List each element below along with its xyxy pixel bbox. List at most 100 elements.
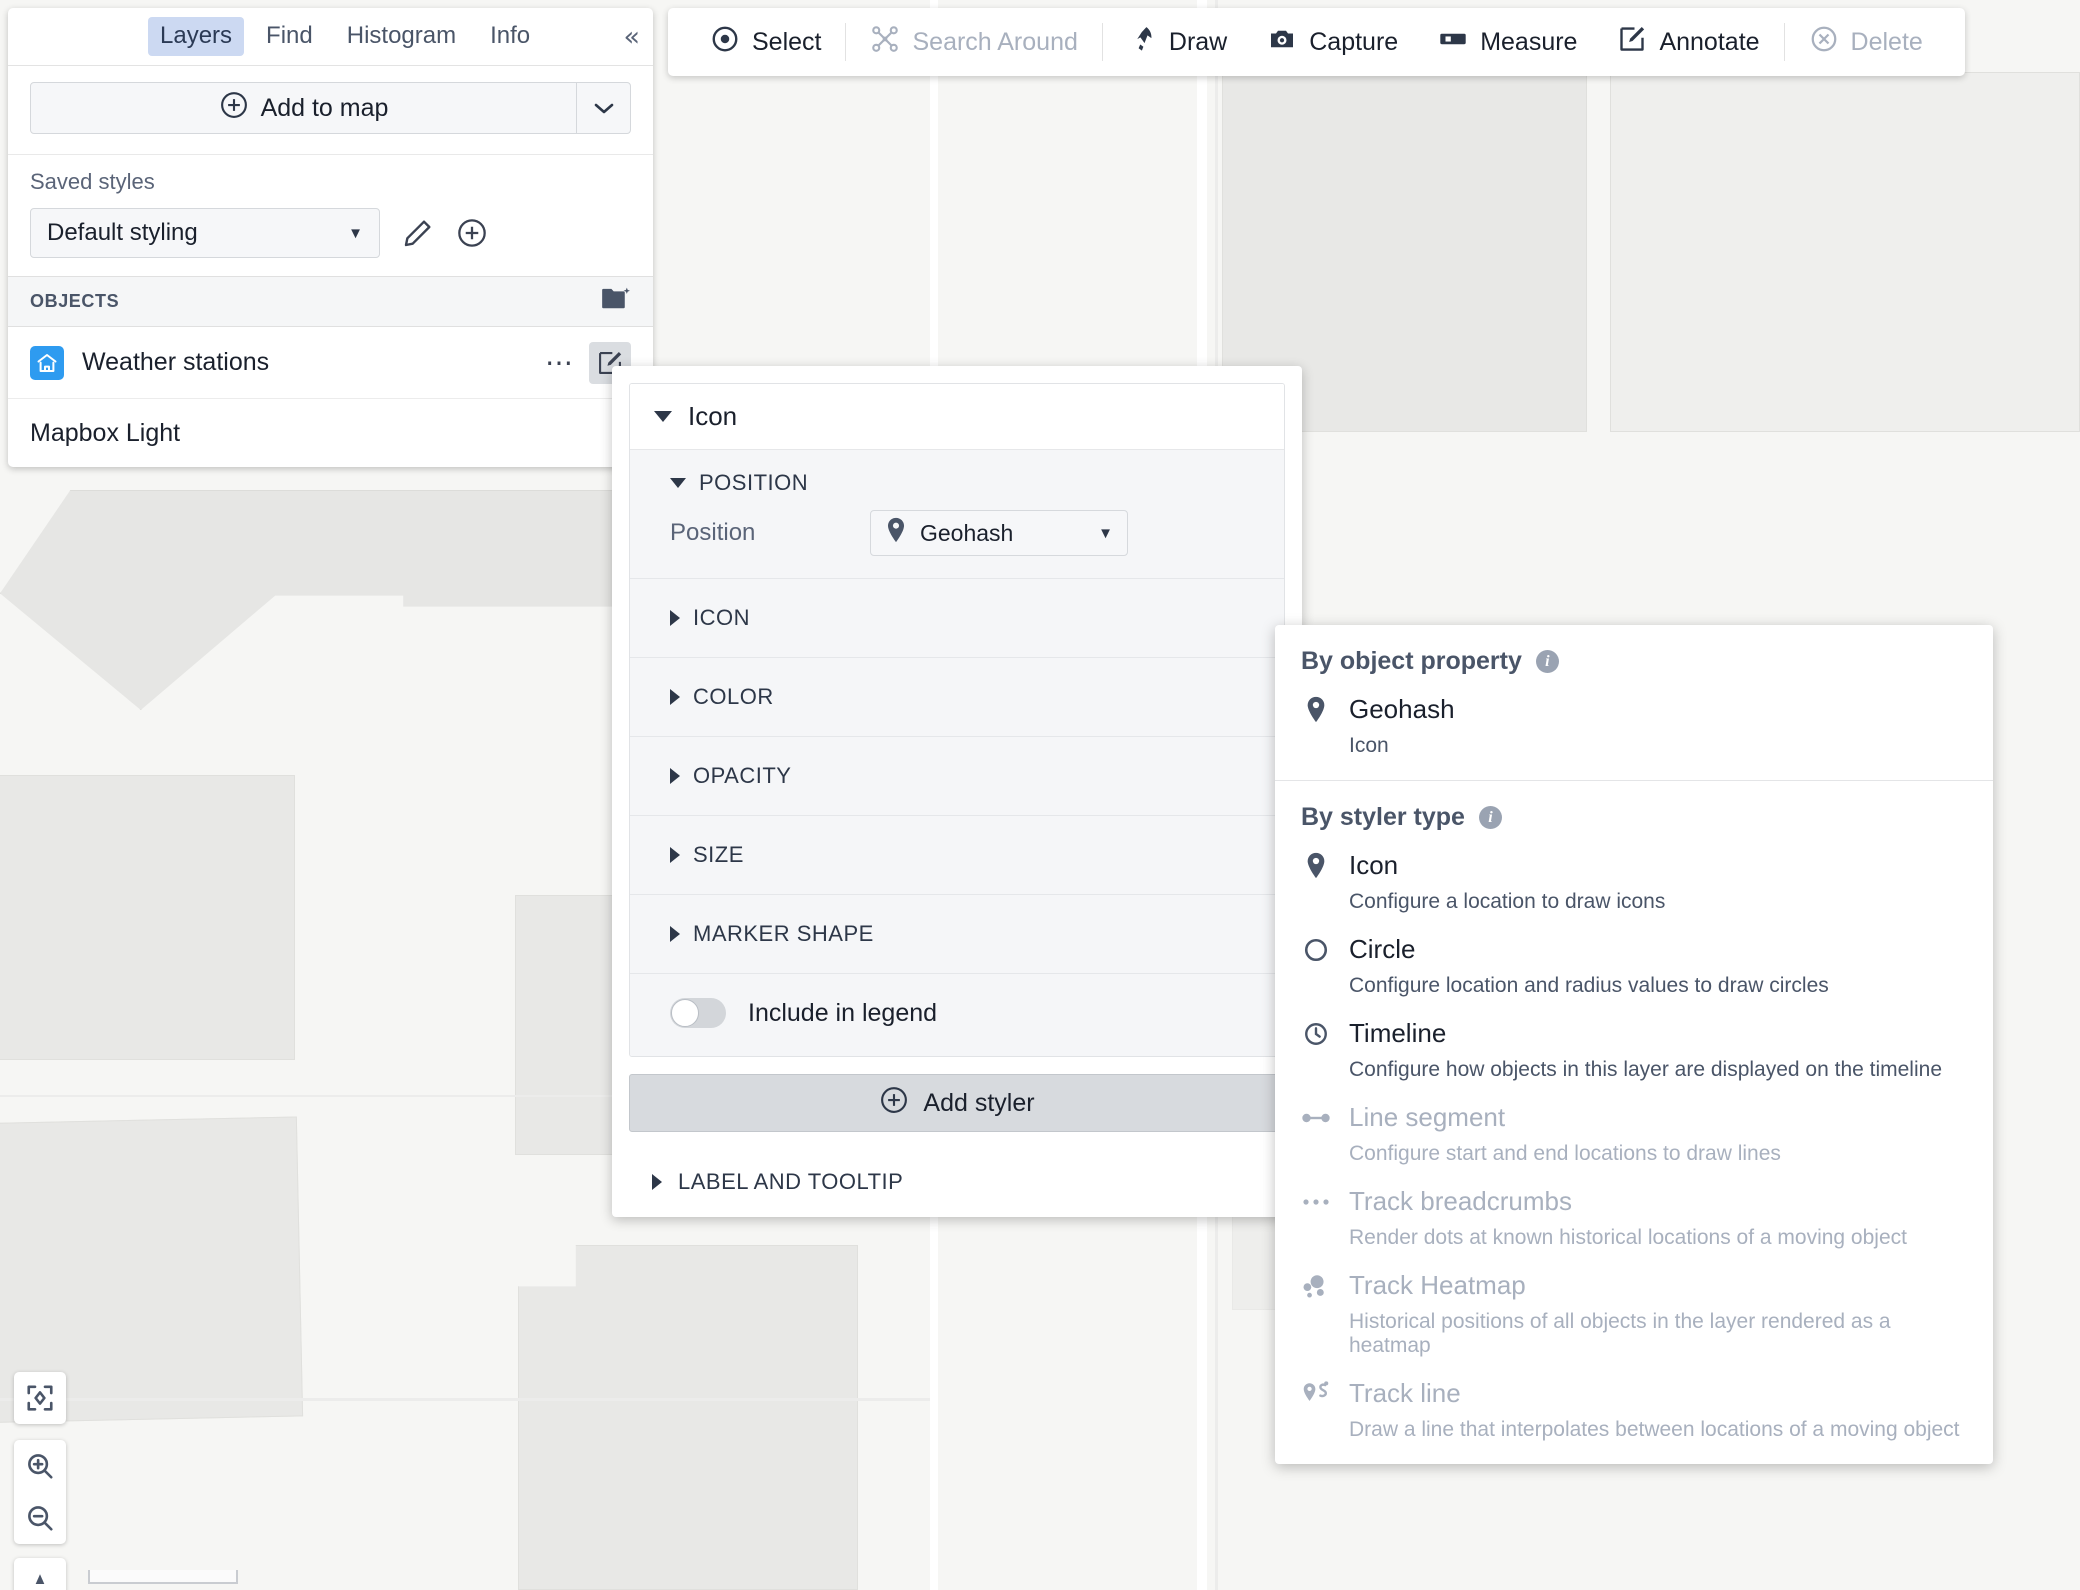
target-icon [710,24,740,61]
tab-info[interactable]: Info [478,17,542,56]
dots-icon [1301,1197,1331,1207]
network-icon [870,24,900,61]
section-label-and-tooltip[interactable]: LABEL AND TOOLTIP [612,1149,1302,1217]
add-to-map-dropdown-button[interactable] [576,83,630,133]
tool-delete-label: Delete [1850,27,1923,56]
by-styler-type-label: By styler type [1301,803,1465,831]
menu-section-by-object-property: By object property i Geohash Icon [1275,625,1993,780]
menu-item-title: Track Heatmap [1349,1270,1526,1300]
chevron-down-icon: ▼ [348,224,363,242]
toggle-knob [671,999,699,1027]
triangle-right-icon [670,847,680,863]
info-icon[interactable]: i [1535,650,1559,673]
menu-item-title: Icon [1349,850,1399,880]
triangle-right-icon [670,689,680,705]
tool-select-label: Select [752,27,822,56]
menu-item-geohash[interactable]: Geohash Icon [1275,680,1993,764]
tool-delete[interactable]: Delete [1789,19,1943,65]
tool-annotate-label: Annotate [1659,27,1760,56]
table-row[interactable]: Weather stations ⋯ [8,327,653,399]
menu-item-desc: Icon [1349,734,1389,757]
saved-styles-section: Saved styles Default styling ▼ [8,155,653,276]
heatmap-icon [1301,1273,1331,1299]
menu-item-desc: Configure start and end locations to dra… [1349,1142,1781,1165]
tool-search-around[interactable]: Search Around [850,19,1097,65]
map-pin-icon [1301,852,1331,879]
section-color[interactable]: COLOR [630,657,1284,736]
menu-item-desc: Configure a location to draw icons [1349,890,1666,913]
camera-icon [1267,24,1297,61]
menu-item-timeline[interactable]: Timeline Configure how objects in this l… [1275,1004,1993,1088]
compass-icon[interactable] [14,1558,66,1590]
position-label: Position [670,519,756,546]
line-segment-icon [1301,1110,1331,1126]
saved-styles-select[interactable]: Default styling ▼ [30,208,380,258]
menu-section-by-styler-type: By styler type i Icon Configure a locati… [1275,780,1993,1464]
section-icon-label: ICON [693,605,750,630]
section-position[interactable]: POSITION [630,450,1284,502]
styler-header[interactable]: Icon [630,384,1284,450]
zoom-in-icon[interactable] [14,1440,66,1492]
menu-item-desc: Configure how objects in this layer are … [1349,1058,1942,1081]
tool-annotate[interactable]: Annotate [1597,19,1779,65]
menu-item-track-breadcrumbs: Track breadcrumbs Render dots at known h… [1275,1172,1993,1256]
add-styler-button[interactable]: Add styler [629,1074,1285,1132]
section-icon[interactable]: ICON [630,578,1284,657]
map-pin-icon [1301,696,1331,723]
tool-draw[interactable]: Draw [1107,19,1247,65]
add-styler-label: Add styler [923,1088,1035,1117]
basemap-row[interactable]: Mapbox Light [8,399,653,467]
menu-section-title: By styler type i [1275,803,1993,836]
by-object-property-label: By object property [1301,647,1522,675]
menu-item-line-segment: Line segment Configure start and end loc… [1275,1088,1993,1172]
section-opacity[interactable]: OPACITY [630,736,1284,815]
include-in-legend-toggle[interactable] [670,998,726,1028]
tab-layers[interactable]: Layers [148,17,245,56]
new-folder-icon[interactable] [601,286,631,317]
menu-item-title: Track line [1349,1378,1461,1408]
map-road-line [0,1398,930,1401]
map-toolbar: Select Search Around Draw Capture Measur… [668,8,1965,76]
zoom-control [14,1440,66,1544]
more-options-icon[interactable]: ⋯ [545,348,575,376]
tool-draw-label: Draw [1168,27,1228,56]
menu-item-title: Geohash [1349,694,1455,724]
tab-histogram[interactable]: Histogram [335,17,468,56]
section-color-label: COLOR [693,684,774,709]
include-in-legend-row: Include in legend [630,973,1284,1056]
add-style-button[interactable] [456,217,488,249]
section-position-label: POSITION [699,470,809,495]
tool-select[interactable]: Select [690,19,841,65]
tab-find[interactable]: Find [254,17,325,56]
double-chevron-left-icon[interactable]: « [623,21,639,52]
tool-measure[interactable]: Measure [1418,19,1597,65]
section-size[interactable]: SIZE [630,815,1284,894]
tool-measure-label: Measure [1480,27,1578,56]
icon-styler-panel: Icon POSITION Position Geohash ▼ ICON CO… [612,366,1302,1217]
menu-item-track-line: Track line Draw a line that interpolates… [1275,1364,1993,1448]
objects-section-header: OBJECTS [8,276,653,327]
section-opacity-label: OPACITY [693,763,792,788]
map-block [0,490,640,710]
info-icon[interactable]: i [1478,806,1502,829]
add-to-map-label: Add to map [260,93,389,122]
edit-style-button[interactable] [402,217,434,249]
map-block [518,1245,858,1590]
menu-item-circle[interactable]: Circle Configure location and radius val… [1275,920,1993,1004]
include-in-legend-label: Include in legend [748,998,938,1027]
add-to-map-button[interactable]: Add to map [31,83,576,133]
menu-item-track-heatmap: Track Heatmap Historical positions of al… [1275,1256,1993,1364]
section-marker-shape-label: MARKER SHAPE [693,921,874,946]
annotate-icon [1617,24,1647,61]
section-marker-shape[interactable]: MARKER SHAPE [630,894,1284,973]
position-value: Geohash [920,519,1014,546]
fit-to-bounds-icon[interactable] [14,1372,66,1424]
toolbar-divider [1783,23,1785,61]
triangle-down-icon [654,411,672,422]
tool-capture[interactable]: Capture [1247,19,1418,65]
toolbar-divider [845,23,847,61]
zoom-out-icon[interactable] [14,1492,66,1544]
position-select[interactable]: Geohash ▼ [870,510,1128,556]
menu-item-icon[interactable]: Icon Configure a location to draw icons [1275,836,1993,920]
pen-icon [1127,24,1157,61]
